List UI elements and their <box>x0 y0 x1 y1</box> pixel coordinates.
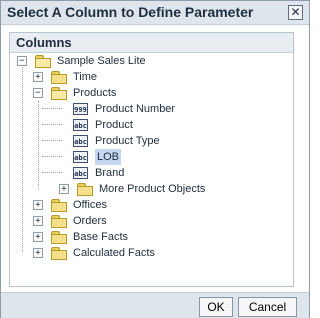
tree-node-label: Brand <box>95 167 125 179</box>
tree-node-label-selected: LOB <box>95 149 122 165</box>
cancel-button[interactable]: Cancel <box>238 297 297 317</box>
folder-icon <box>51 71 67 84</box>
tree-node-time[interactable]: + Time <box>33 69 97 85</box>
tree-node-label: Time <box>73 71 98 83</box>
tree-node-label: Orders <box>73 215 107 227</box>
tree-node-sample-sales-lite[interactable]: − Sample Sales Lite <box>17 53 146 69</box>
tree-node-products[interactable]: − Products <box>33 85 116 101</box>
tree-node-base-facts[interactable]: + Base Facts <box>33 229 128 245</box>
ok-button[interactable]: OK <box>199 297 233 317</box>
tree-guide <box>42 156 62 157</box>
tree-node-label: Product Number <box>95 103 176 115</box>
folder-open-icon <box>35 55 51 68</box>
tree-node-label: Product <box>95 119 133 131</box>
title-bar[interactable]: Select A Column to Define Parameter ✕ <box>1 1 309 25</box>
dialog-footer: OK Cancel <box>1 292 309 318</box>
text-column-icon: abc <box>73 135 88 147</box>
tree-guide <box>38 101 39 189</box>
tree-node-label: Product Type <box>95 135 160 147</box>
collapse-icon[interactable]: − <box>33 88 43 98</box>
expand-icon[interactable]: + <box>33 248 43 258</box>
expand-icon[interactable]: + <box>33 200 43 210</box>
expand-icon[interactable]: + <box>33 232 43 242</box>
tree-node-product-type[interactable]: abc Product Type <box>73 133 160 149</box>
folder-icon <box>51 231 67 244</box>
tree-guide <box>42 124 62 125</box>
dialog: Select A Column to Define Parameter ✕ Co… <box>0 0 310 318</box>
text-column-icon: abc <box>73 167 88 179</box>
tree-node-label: Offices <box>73 199 108 211</box>
text-column-icon: abc <box>73 151 88 163</box>
folder-open-icon <box>51 87 67 100</box>
text-column-icon: abc <box>73 119 88 131</box>
folder-icon <box>51 199 67 212</box>
tree-node-label: Calculated Facts <box>73 247 155 259</box>
tree-guide <box>42 108 62 109</box>
tree-node-offices[interactable]: + Offices <box>33 197 107 213</box>
folder-icon <box>51 215 67 228</box>
tree-node-more-product-objects[interactable]: + More Product Objects <box>59 181 205 197</box>
close-icon[interactable]: ✕ <box>288 5 303 20</box>
tree-node-label: More Product Objects <box>99 183 206 195</box>
collapse-icon[interactable]: − <box>17 56 27 66</box>
tree-guide <box>22 61 23 252</box>
tree-node-brand[interactable]: abc Brand <box>73 165 124 181</box>
tree-guide <box>42 172 62 173</box>
tree-guide <box>42 140 62 141</box>
columns-panel-title: Columns <box>10 33 293 53</box>
tree-node-lob[interactable]: abc LOB <box>73 149 122 165</box>
tree-node-product-number[interactable]: 999 Product Number <box>73 101 175 117</box>
expand-icon[interactable]: + <box>33 72 43 82</box>
columns-panel: Columns − Sample Sales Lite + Time − Pro… <box>9 32 294 287</box>
tree-node-label: Sample Sales Lite <box>57 55 146 67</box>
tree-node-label: Products <box>73 87 117 99</box>
expand-icon[interactable]: + <box>59 184 69 194</box>
tree-node-calculated-facts[interactable]: + Calculated Facts <box>33 245 155 261</box>
dialog-title: Select A Column to Define Parameter <box>7 4 254 20</box>
folder-icon <box>77 183 93 196</box>
number-column-icon: 999 <box>73 103 88 115</box>
tree-node-label: Base Facts <box>73 231 129 243</box>
tree-node-orders[interactable]: + Orders <box>33 213 107 229</box>
folder-icon <box>51 247 67 260</box>
tree-node-product[interactable]: abc Product <box>73 117 133 133</box>
expand-icon[interactable]: + <box>33 216 43 226</box>
